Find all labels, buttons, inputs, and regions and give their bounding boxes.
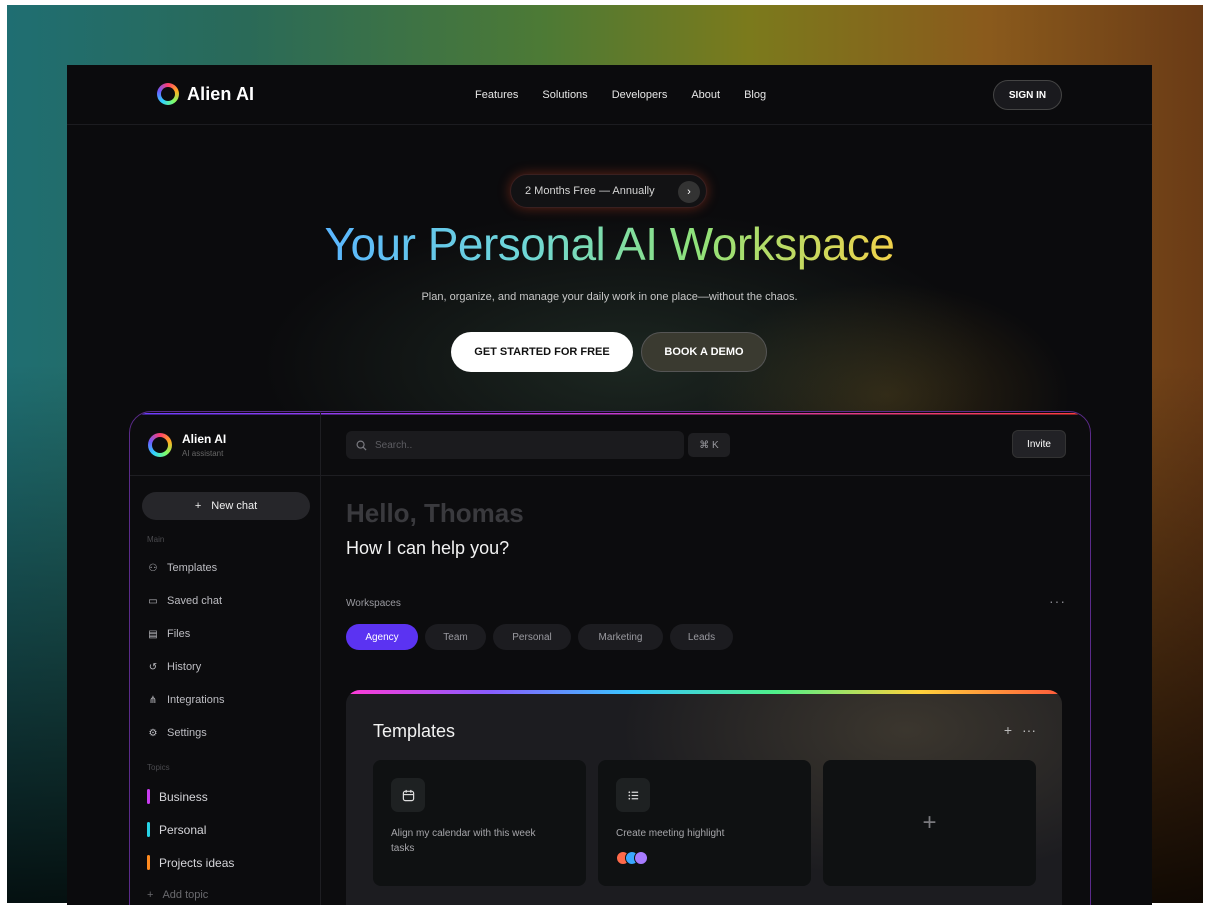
templates-actions: + ···	[1004, 722, 1036, 738]
book-demo-button[interactable]: BOOK A DEMO	[641, 332, 767, 372]
new-chat-label: New chat	[211, 500, 258, 512]
ring-logo-icon	[148, 433, 172, 457]
topic-label: Business	[159, 789, 208, 804]
templates-title: Templates	[373, 721, 456, 741]
main-section-label: Main	[147, 535, 165, 544]
search-icon	[356, 440, 367, 451]
template-icon: ⚇	[148, 562, 158, 574]
avatar-group	[616, 851, 648, 865]
sign-in-button[interactable]: SIGN IN	[993, 80, 1062, 110]
sidebar-item-saved-chat[interactable]: ▭ Saved chat	[147, 595, 222, 607]
sidebar-item-label: Templates	[167, 562, 218, 574]
topic-color-bar	[147, 789, 150, 804]
nav-link-features[interactable]: Features	[475, 89, 518, 101]
promo-text: 2 Months Free — Annually	[525, 185, 655, 197]
template-card[interactable]: Create meeting highlight	[598, 760, 811, 886]
nav-link-solutions[interactable]: Solutions	[542, 89, 587, 101]
promo-pill[interactable]: 2 Months Free — Annually ›	[510, 174, 707, 208]
brand-name: Alien AI	[187, 83, 255, 104]
landing-page: Alien AI Features Solutions Developers A…	[67, 65, 1152, 905]
sidebar-brand-subtitle: AI assistant	[182, 449, 224, 458]
calendar-icon	[391, 778, 425, 812]
hero-title: Your Personal AI Workspace	[67, 217, 1152, 271]
greeting-heading: Hello, Thomas	[346, 498, 524, 528]
template-card[interactable]: Align my calendar with this week tasks	[373, 760, 586, 886]
chevron-right-icon[interactable]: ›	[678, 181, 700, 203]
sidebar-item-label: Integrations	[167, 694, 225, 706]
sidebar-header: Alien AI AI assistant	[130, 412, 321, 476]
tab-leads[interactable]: Leads	[670, 624, 733, 650]
new-chat-button[interactable]: + New chat	[142, 492, 310, 520]
sidebar-item-label: Saved chat	[167, 595, 223, 607]
hero-subtitle: Plan, organize, and manage your daily wo…	[421, 291, 798, 303]
plus-icon: +	[147, 889, 154, 901]
topic-projects-ideas[interactable]: Projects ideas	[147, 855, 234, 870]
more-options-icon[interactable]: ···	[1049, 593, 1066, 609]
nav-link-developers[interactable]: Developers	[612, 89, 668, 101]
sidebar-item-label: History	[167, 661, 202, 673]
sidebar-item-label: Settings	[167, 727, 207, 739]
sidebar-brand[interactable]: Alien AI AI assistant	[148, 432, 226, 458]
tab-marketing[interactable]: Marketing	[578, 624, 663, 650]
nav-link-blog[interactable]: Blog	[744, 89, 766, 101]
nav-link-about[interactable]: About	[691, 89, 720, 101]
file-icon: ▤	[148, 628, 158, 640]
history-icon: ↺	[148, 661, 158, 673]
app-sidebar: Alien AI AI assistant + New chat Main ⚇ …	[130, 412, 321, 905]
add-template-card[interactable]: +	[823, 760, 1036, 886]
templates-panel: Templates + ··· Align my calendar with t…	[346, 690, 1062, 905]
shortcut-badge: ⌘ K	[688, 433, 730, 457]
help-prompt: How I can help you?	[346, 538, 510, 558]
workspace-tabs: Agency Team Personal Marketing Leads	[346, 624, 733, 650]
list-icon	[616, 778, 650, 812]
topic-business[interactable]: Business	[147, 789, 208, 804]
app-topbar: Search.. ⌘ K Invite	[321, 412, 1090, 476]
topic-label: Personal	[159, 822, 207, 837]
more-options-icon[interactable]: ···	[1022, 722, 1036, 738]
workspaces-label: Workspaces	[346, 598, 401, 609]
avatar	[634, 851, 648, 865]
tab-agency[interactable]: Agency	[346, 624, 418, 650]
gear-icon: ⚙	[148, 727, 158, 739]
add-topic-button[interactable]: + Add topic	[147, 889, 208, 901]
plus-icon[interactable]: +	[1004, 722, 1012, 738]
top-nav: Alien AI Features Solutions Developers A…	[67, 65, 1152, 125]
tab-personal[interactable]: Personal	[493, 624, 571, 650]
sidebar-item-files[interactable]: ▤ Files	[147, 628, 190, 640]
template-card-text: Align my calendar with this week tasks	[391, 828, 536, 854]
topic-label: Projects ideas	[159, 855, 235, 870]
topic-color-bar	[147, 822, 150, 837]
sidebar-item-history[interactable]: ↺ History	[147, 661, 201, 673]
template-card-text: Create meeting highlight	[616, 828, 725, 839]
topic-personal[interactable]: Personal	[147, 822, 206, 837]
invite-button[interactable]: Invite	[1012, 430, 1066, 458]
nav-links: Features Solutions Developers About Blog	[475, 89, 766, 101]
sidebar-item-settings[interactable]: ⚙ Settings	[147, 727, 207, 739]
topics-section-label: Topics	[147, 763, 170, 772]
tab-team[interactable]: Team	[425, 624, 486, 650]
app-preview: Alien AI AI assistant + New chat Main ⚇ …	[129, 411, 1091, 905]
search-placeholder: Search..	[375, 439, 413, 451]
topic-color-bar	[147, 855, 150, 870]
sidebar-item-templates[interactable]: ⚇ Templates	[147, 562, 218, 574]
plus-icon: +	[922, 809, 937, 836]
get-started-button[interactable]: GET STARTED FOR FREE	[451, 332, 633, 372]
sidebar-brand-name: Alien AI	[182, 432, 227, 446]
chat-icon: ▭	[148, 595, 158, 607]
sidebar-item-integrations[interactable]: ⋔ Integrations	[147, 694, 225, 706]
plus-icon: +	[194, 500, 202, 512]
brand-logo[interactable]: Alien AI	[157, 83, 254, 105]
ring-logo-icon	[157, 83, 179, 105]
search-input[interactable]: Search..	[346, 431, 684, 459]
add-topic-label: Add topic	[162, 889, 209, 901]
sidebar-item-label: Files	[167, 628, 191, 640]
hero-title-text: Your Personal AI Workspace	[324, 218, 896, 270]
integrations-icon: ⋔	[148, 694, 158, 706]
